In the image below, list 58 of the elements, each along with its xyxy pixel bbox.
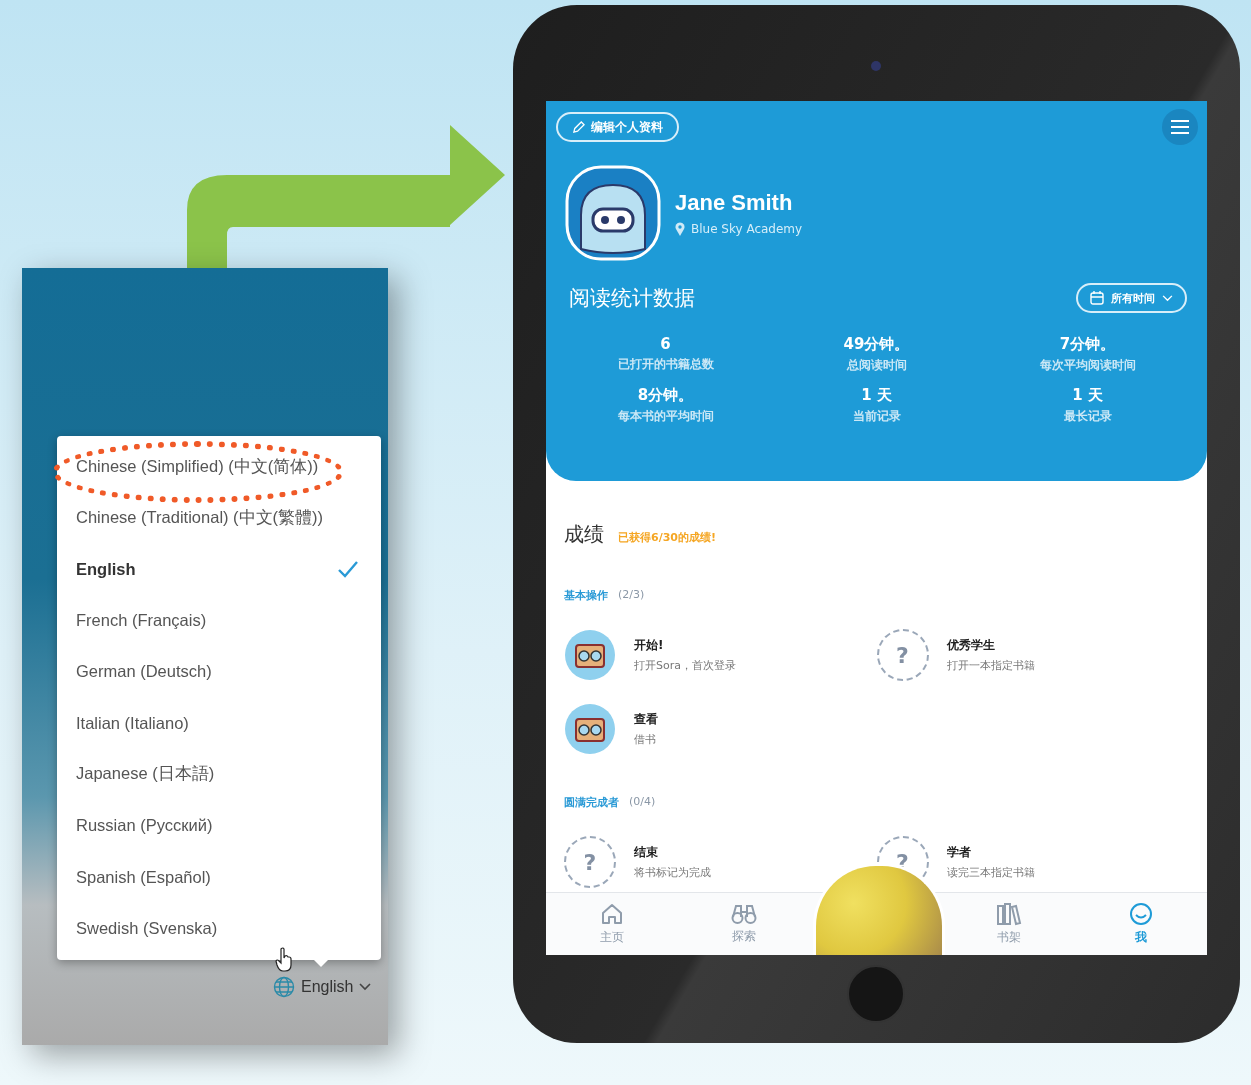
language-option[interactable]: Chinese (Traditional) (中文(繁體)) bbox=[57, 492, 381, 544]
achievement-title: 结束 bbox=[634, 844, 659, 861]
group-name: 基本操作 bbox=[564, 588, 608, 603]
achievement-title: 学者 bbox=[946, 844, 972, 861]
achievements-title: 成绩 bbox=[564, 521, 604, 548]
location-pin-icon bbox=[675, 222, 685, 236]
achievement-title: 查看 bbox=[634, 711, 658, 728]
language-option[interactable]: Italian (Italiano) bbox=[57, 697, 381, 749]
stat-value: 1 天 bbox=[1072, 386, 1103, 405]
globe-icon bbox=[273, 976, 295, 998]
calendar-icon bbox=[1090, 291, 1104, 305]
locked-achievement-badge: ? bbox=[564, 836, 616, 888]
language-option[interactable]: Russian (Русский) bbox=[57, 800, 381, 852]
achievement-description: 读完三本指定书籍 bbox=[946, 865, 1035, 880]
smiley-icon bbox=[1128, 902, 1153, 926]
language-option[interactable]: Japanese (日本語) bbox=[57, 748, 381, 801]
pencil-icon bbox=[572, 120, 585, 134]
achievements-summary: 已获得6/30的成绩! bbox=[618, 530, 716, 545]
group-name: 圆满完成者 bbox=[564, 795, 619, 810]
camera-icon bbox=[871, 61, 881, 71]
language-option[interactable]: Swedish (Svenska) bbox=[57, 902, 381, 954]
stat-label: 已打开的书籍总数 bbox=[617, 356, 714, 373]
stat-value: 7分钟。 bbox=[1059, 335, 1116, 354]
school-name: Blue Sky Academy bbox=[691, 222, 803, 236]
binoculars-icon bbox=[731, 903, 758, 925]
stat-label: 每本书的平均时间 bbox=[617, 408, 714, 425]
language-button[interactable]: English bbox=[273, 976, 372, 998]
bookshelf-icon bbox=[995, 902, 1022, 926]
stat-label: 每次平均阅读时间 bbox=[1039, 357, 1136, 374]
achievement-title: 优秀学生 bbox=[946, 637, 996, 654]
achievement-title: 开始! bbox=[634, 637, 665, 654]
menu-button[interactable] bbox=[1162, 109, 1198, 145]
group-count: (2/3) bbox=[618, 588, 645, 603]
achievement-description: 将书标记为完成 bbox=[634, 865, 711, 880]
group-count: (0/4) bbox=[629, 795, 656, 810]
user-name: Jane Smith bbox=[675, 190, 794, 216]
language-option[interactable]: German (Deutsch) bbox=[57, 646, 381, 698]
language-option[interactable]: Chinese (Simplified) (中文(简体)) bbox=[57, 441, 381, 493]
stat-value: 1 天 bbox=[861, 386, 892, 405]
checkmark-icon bbox=[337, 560, 359, 579]
chevron-down-icon bbox=[1162, 294, 1173, 302]
menu-icon bbox=[1171, 120, 1189, 134]
stat-value: 49分钟。 bbox=[843, 335, 910, 354]
stat-label: 总阅读时间 bbox=[846, 357, 907, 374]
stat-value: 6 bbox=[660, 335, 671, 353]
achievement-description: 打开一本指定书籍 bbox=[946, 658, 1035, 673]
language-option[interactable]: Spanish (Español) bbox=[57, 851, 381, 903]
locked-achievement-badge: ? bbox=[876, 629, 929, 681]
stats-title: 阅读统计数据 bbox=[569, 285, 695, 312]
achievement-description: 借书 bbox=[634, 732, 657, 747]
stat-value: 8分钟。 bbox=[637, 386, 694, 405]
stat-label: 当前记录 bbox=[852, 408, 901, 425]
language-option[interactable]: English bbox=[57, 543, 381, 595]
language-option[interactable]: French (Français) bbox=[57, 594, 381, 647]
stat-label: 最长记录 bbox=[1063, 408, 1112, 425]
achievement-description: 打开Sora，首次登录 bbox=[634, 658, 736, 673]
chevron-down-icon bbox=[359, 983, 372, 991]
home-icon bbox=[600, 902, 625, 926]
